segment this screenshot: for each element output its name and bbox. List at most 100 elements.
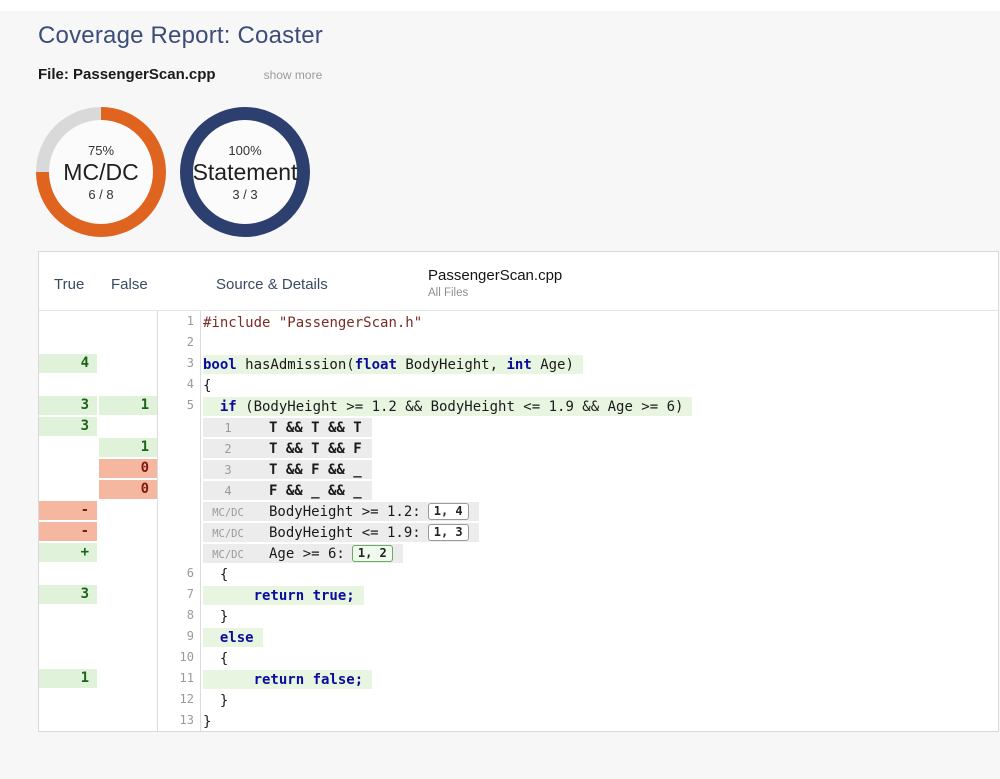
donut-fraction: 3 / 3 [232,187,257,202]
keyword-token: return false; [254,672,364,688]
true-count-cell: 4 [39,353,97,374]
false-count-cell [99,584,157,605]
code-row: 9 else [39,626,998,647]
table-header: True False Source & Details PassengerSca… [39,252,998,311]
keyword-token: bool [203,357,237,373]
condition-values: T && T && F [253,441,362,457]
false-count-cell [99,647,157,668]
code-row: 111 return false; [39,668,998,689]
condition-row: 0 3T && F && _ [39,458,998,479]
code-token [270,315,278,331]
code-line: #include "PassengerScan.h" [203,313,422,332]
code-row: 43bool hasAdmission(float BodyHeight, in… [39,353,998,374]
true-count-cell [39,311,97,332]
line-number: 4 [157,374,201,395]
mcdc-row: + MC/DCAge >= 6:1, 2 [39,542,998,563]
column-header-false: False [111,276,148,293]
line-number [157,542,201,563]
false-count-cell: 1 [99,437,157,458]
false-count-cell [99,416,157,437]
code-token [203,588,254,604]
source-coverage-table: True False Source & Details PassengerSca… [38,251,999,732]
keyword-token: float [355,357,397,373]
condition-row: 0 4F && _ && _ [39,479,998,500]
true-count-cell-value: 4 [39,354,97,373]
condition-detail: 3T && F && _ [203,460,372,479]
false-count-cell: 0 [99,458,157,479]
line-number [157,458,201,479]
code-cell: return true; [201,584,998,605]
condition-detail: 4F && _ && _ [203,481,372,500]
condition-values: F && _ && _ [253,483,362,499]
table-body: 1#include "PassengerScan.h"243bool hasAd… [39,311,998,731]
code-row: 4{ [39,374,998,395]
condition-row: 3 1T && T && T [39,416,998,437]
file-tab-subtitle: All Files [428,287,562,299]
page-title: Coverage Report: Coaster [38,22,323,50]
code-cell: MC/DCBodyHeight <= 1.9:1, 3 [201,521,998,542]
donut-fraction: 6 / 8 [88,187,113,202]
show-more-link[interactable]: show more [264,68,323,82]
condition-index: 3 [203,460,253,479]
code-line: } [203,712,211,731]
false-count-cell [99,374,157,395]
true-count-cell-value: - [39,501,97,520]
true-count-cell-value: 3 [39,396,97,415]
code-token [203,399,220,415]
true-count-cell: 3 [39,584,97,605]
code-row: 13} [39,710,998,731]
true-count-cell: 3 [39,416,97,437]
mcdc-pair-box: 1, 4 [428,503,469,520]
code-row: 315 if (BodyHeight >= 1.2 && BodyHeight … [39,395,998,416]
code-token [203,672,254,688]
condition-index: 2 [203,439,253,458]
true-count-cell-value: 3 [39,417,97,436]
mcdc-label: MC/DC [203,524,253,542]
line-number: 13 [157,710,201,731]
file-tab[interactable]: PassengerScan.cpp All Files [428,267,562,299]
mcdc-label: MC/DC [203,545,253,563]
donut-percent: 75% [88,143,114,158]
code-token: { [203,567,228,583]
false-count-cell [99,542,157,563]
true-count-cell [39,458,97,479]
false-count-cell [99,668,157,689]
line-number: 5 [157,395,201,416]
donut-percent: 100% [228,143,261,158]
true-count-cell [39,437,97,458]
line-number: 11 [157,668,201,689]
code-line: { [203,649,228,668]
line-number: 1 [157,311,201,332]
code-token: { [203,651,228,667]
code-cell: } [201,689,998,710]
true-count-cell [39,647,97,668]
code-cell: 3T && F && _ [201,458,998,479]
mcdc-expression: Age >= 6: [253,546,345,562]
coverage-donuts: 75%MC/DC6 / 8100%Statement3 / 3 [36,107,310,237]
code-token: } [203,693,228,709]
false-count-cell [99,332,157,353]
code-line: } [203,607,228,626]
line-number: 6 [157,563,201,584]
code-cell: MC/DCAge >= 6:1, 2 [201,542,998,563]
code-token: (BodyHeight >= 1.2 && BodyHeight <= 1.9 … [237,399,684,415]
code-cell: { [201,563,998,584]
false-count-cell [99,521,157,542]
code-row: 8 } [39,605,998,626]
true-count-cell-value: + [39,543,97,562]
preprocessor-token: "PassengerScan.h" [279,315,422,331]
code-token: { [203,378,211,394]
line-number [157,416,201,437]
condition-index: 4 [203,481,253,500]
mcdc-detail: MC/DCBodyHeight >= 1.2:1, 4 [203,502,479,521]
code-cell: 2T && T && F [201,437,998,458]
code-cell: } [201,710,998,731]
condition-detail: 1T && T && T [203,418,372,437]
code-cell: if (BodyHeight >= 1.2 && BodyHeight <= 1… [201,395,998,416]
false-count-cell [99,563,157,584]
code-row: 2 [39,332,998,353]
mcdc-row: -MC/DCBodyHeight >= 1.2:1, 4 [39,500,998,521]
mcdc-expression: BodyHeight >= 1.2: [253,504,421,520]
false-count-cell [99,353,157,374]
false-count-cell-value: 0 [99,480,157,499]
